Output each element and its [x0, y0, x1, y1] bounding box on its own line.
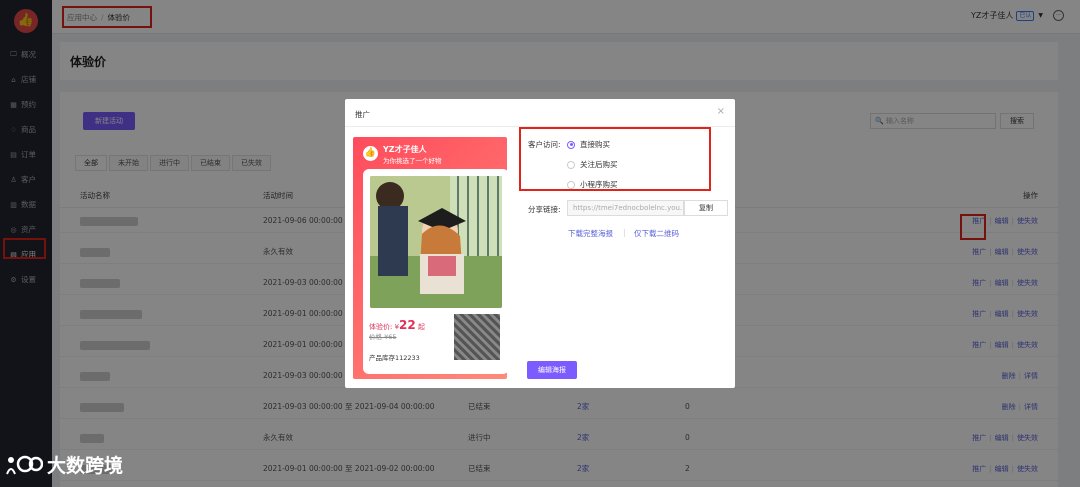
- poster-subtitle: 为你挑选了一个好物: [383, 157, 442, 165]
- price-suffix: 起: [415, 323, 425, 331]
- poster-preview: 👍 YZ才子佳人 为你挑选了一个好物 体验价: ¥22 起 价格 ¥65 产品库…: [353, 137, 507, 379]
- option-direct-buy[interactable]: 直接购买: [567, 139, 610, 150]
- qr-code-image: [454, 314, 500, 360]
- watermark-text: 大数跨境: [47, 454, 124, 477]
- share-link-input[interactable]: https://tmei7ednocbolelnc.you...: [567, 200, 684, 216]
- edit-poster-button[interactable]: 编辑海报: [527, 361, 577, 379]
- watermark-logo-icon: [3, 449, 44, 479]
- option-label: 直接购买: [580, 140, 610, 149]
- thumbs-up-icon: 👍: [363, 146, 378, 161]
- download-poster-link[interactable]: 下载完整海报: [568, 228, 613, 239]
- modal-title: 推广: [355, 110, 370, 119]
- share-label: 分享链接:: [528, 205, 561, 214]
- download-separator: |: [623, 228, 626, 237]
- access-label: 客户访问:: [528, 140, 561, 149]
- option-follow-buy[interactable]: 关注后购买: [567, 159, 618, 170]
- radio-unchecked-icon: [567, 160, 575, 169]
- price-label: 体验价: ¥: [369, 323, 400, 331]
- promote-modal: 推广 × 👍 YZ才子佳人 为你挑选了一个好物 体验价: ¥22 起 价格 ¥6…: [345, 99, 735, 388]
- poster-shop-name: YZ才子佳人: [383, 145, 427, 154]
- option-miniprogram-buy[interactable]: 小程序购买: [567, 179, 618, 190]
- original-price: 价格 ¥65: [369, 333, 397, 341]
- option-label: 小程序购买: [580, 180, 618, 189]
- product-stock: 产品库存112233: [369, 354, 420, 362]
- poster-price: 体验价: ¥22 起: [369, 318, 425, 332]
- option-label: 关注后购买: [580, 160, 618, 169]
- download-qr-link[interactable]: 仅下载二维码: [634, 228, 679, 239]
- watermark: 大数跨境: [3, 449, 123, 479]
- poster-card: 体验价: ¥22 起 价格 ¥65 产品库存112233: [363, 169, 507, 374]
- product-image: [370, 176, 502, 308]
- close-icon[interactable]: ×: [717, 106, 725, 117]
- price-value: 22: [399, 318, 416, 332]
- radio-unchecked-icon: [567, 180, 575, 189]
- radio-checked-icon: [567, 140, 575, 149]
- copy-button[interactable]: 复制: [684, 200, 728, 216]
